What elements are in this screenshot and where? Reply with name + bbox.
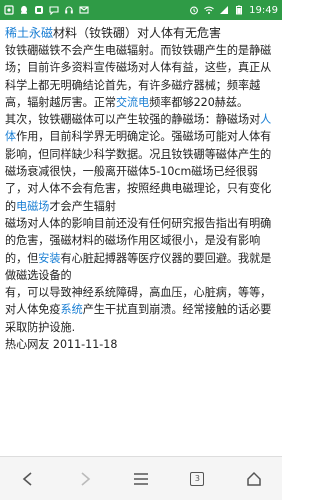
tabs-button[interactable]: 3 [177,459,217,499]
alarm-icon [190,6,199,15]
browser-toolbar: 3 [0,456,282,500]
forward-button[interactable] [65,459,105,499]
title-text: 材料（钕铁硼）对人体有无危害 [53,26,222,40]
notification-icon [4,5,14,15]
paragraph-2: 其次，钕铁硼磁体可以产生较强的静磁场：静磁场对人体作用，目前科学界无明确定论。强… [5,111,277,215]
menu-button[interactable] [121,459,161,499]
qq-icon [21,5,27,14]
link-ac-power[interactable]: 交流电 [116,96,149,109]
paragraph-1: 钕铁硼磁铁不会产生电磁辐射。而钕铁硼产生的是静磁场；目前许多资料宣传磁场对人体有… [5,42,277,111]
headset-icon [65,6,73,14]
wifi-icon [204,6,215,14]
forward-arrow-icon [81,471,90,486]
menu-icon [133,472,148,485]
paragraph-3: 磁场对人体的影响目前还没有任何研究报告指出有明确的危害，强磁材料的磁场作用区域很… [5,215,277,284]
mail-icon [79,6,89,14]
message-icon [49,6,59,15]
article-title: 稀土永磁材料（钕铁硼）对人体有无危害 [5,24,277,42]
home-button[interactable] [234,459,274,499]
byline: 热心网友 2011-11-18 [5,338,118,352]
link-electromagnetic-field[interactable]: 电磁场 [16,200,49,213]
status-left-icons [4,5,89,15]
back-arrow-icon [22,471,32,486]
app-icon [35,6,43,14]
paragraph-4: 有，可以导致神经系统障碍，高血压，心脏病，等等，对人体免疫系统产生干扰直到崩溃。… [5,284,277,336]
para2-text-c: 才会产生辐射 [49,199,116,213]
home-icon [247,471,261,486]
title-link-rare-earth-magnet[interactable]: 稀土永磁 [5,26,53,40]
signal-icon [220,6,229,14]
link-install[interactable]: 安装 [38,252,60,265]
tab-count-badge: 3 [190,471,205,486]
article-content[interactable]: 稀土永磁材料（钕铁硼）对人体有无危害 钕铁硼磁铁不会产生电磁辐射。而钕铁硼产生的… [0,20,282,456]
link-system[interactable]: 系统 [60,303,82,316]
status-right-icons: 19:49 [189,5,278,16]
back-button[interactable] [8,459,48,499]
para2-text-a: 其次，钕铁硼磁体可以产生较强的静磁场：静磁场对 [5,113,261,127]
status-time: 19:49 [249,4,278,16]
status-bar: 19:49 [0,0,282,20]
battery-icon [236,5,243,15]
para1-text-b: 频率都够220赫兹。 [149,95,249,109]
